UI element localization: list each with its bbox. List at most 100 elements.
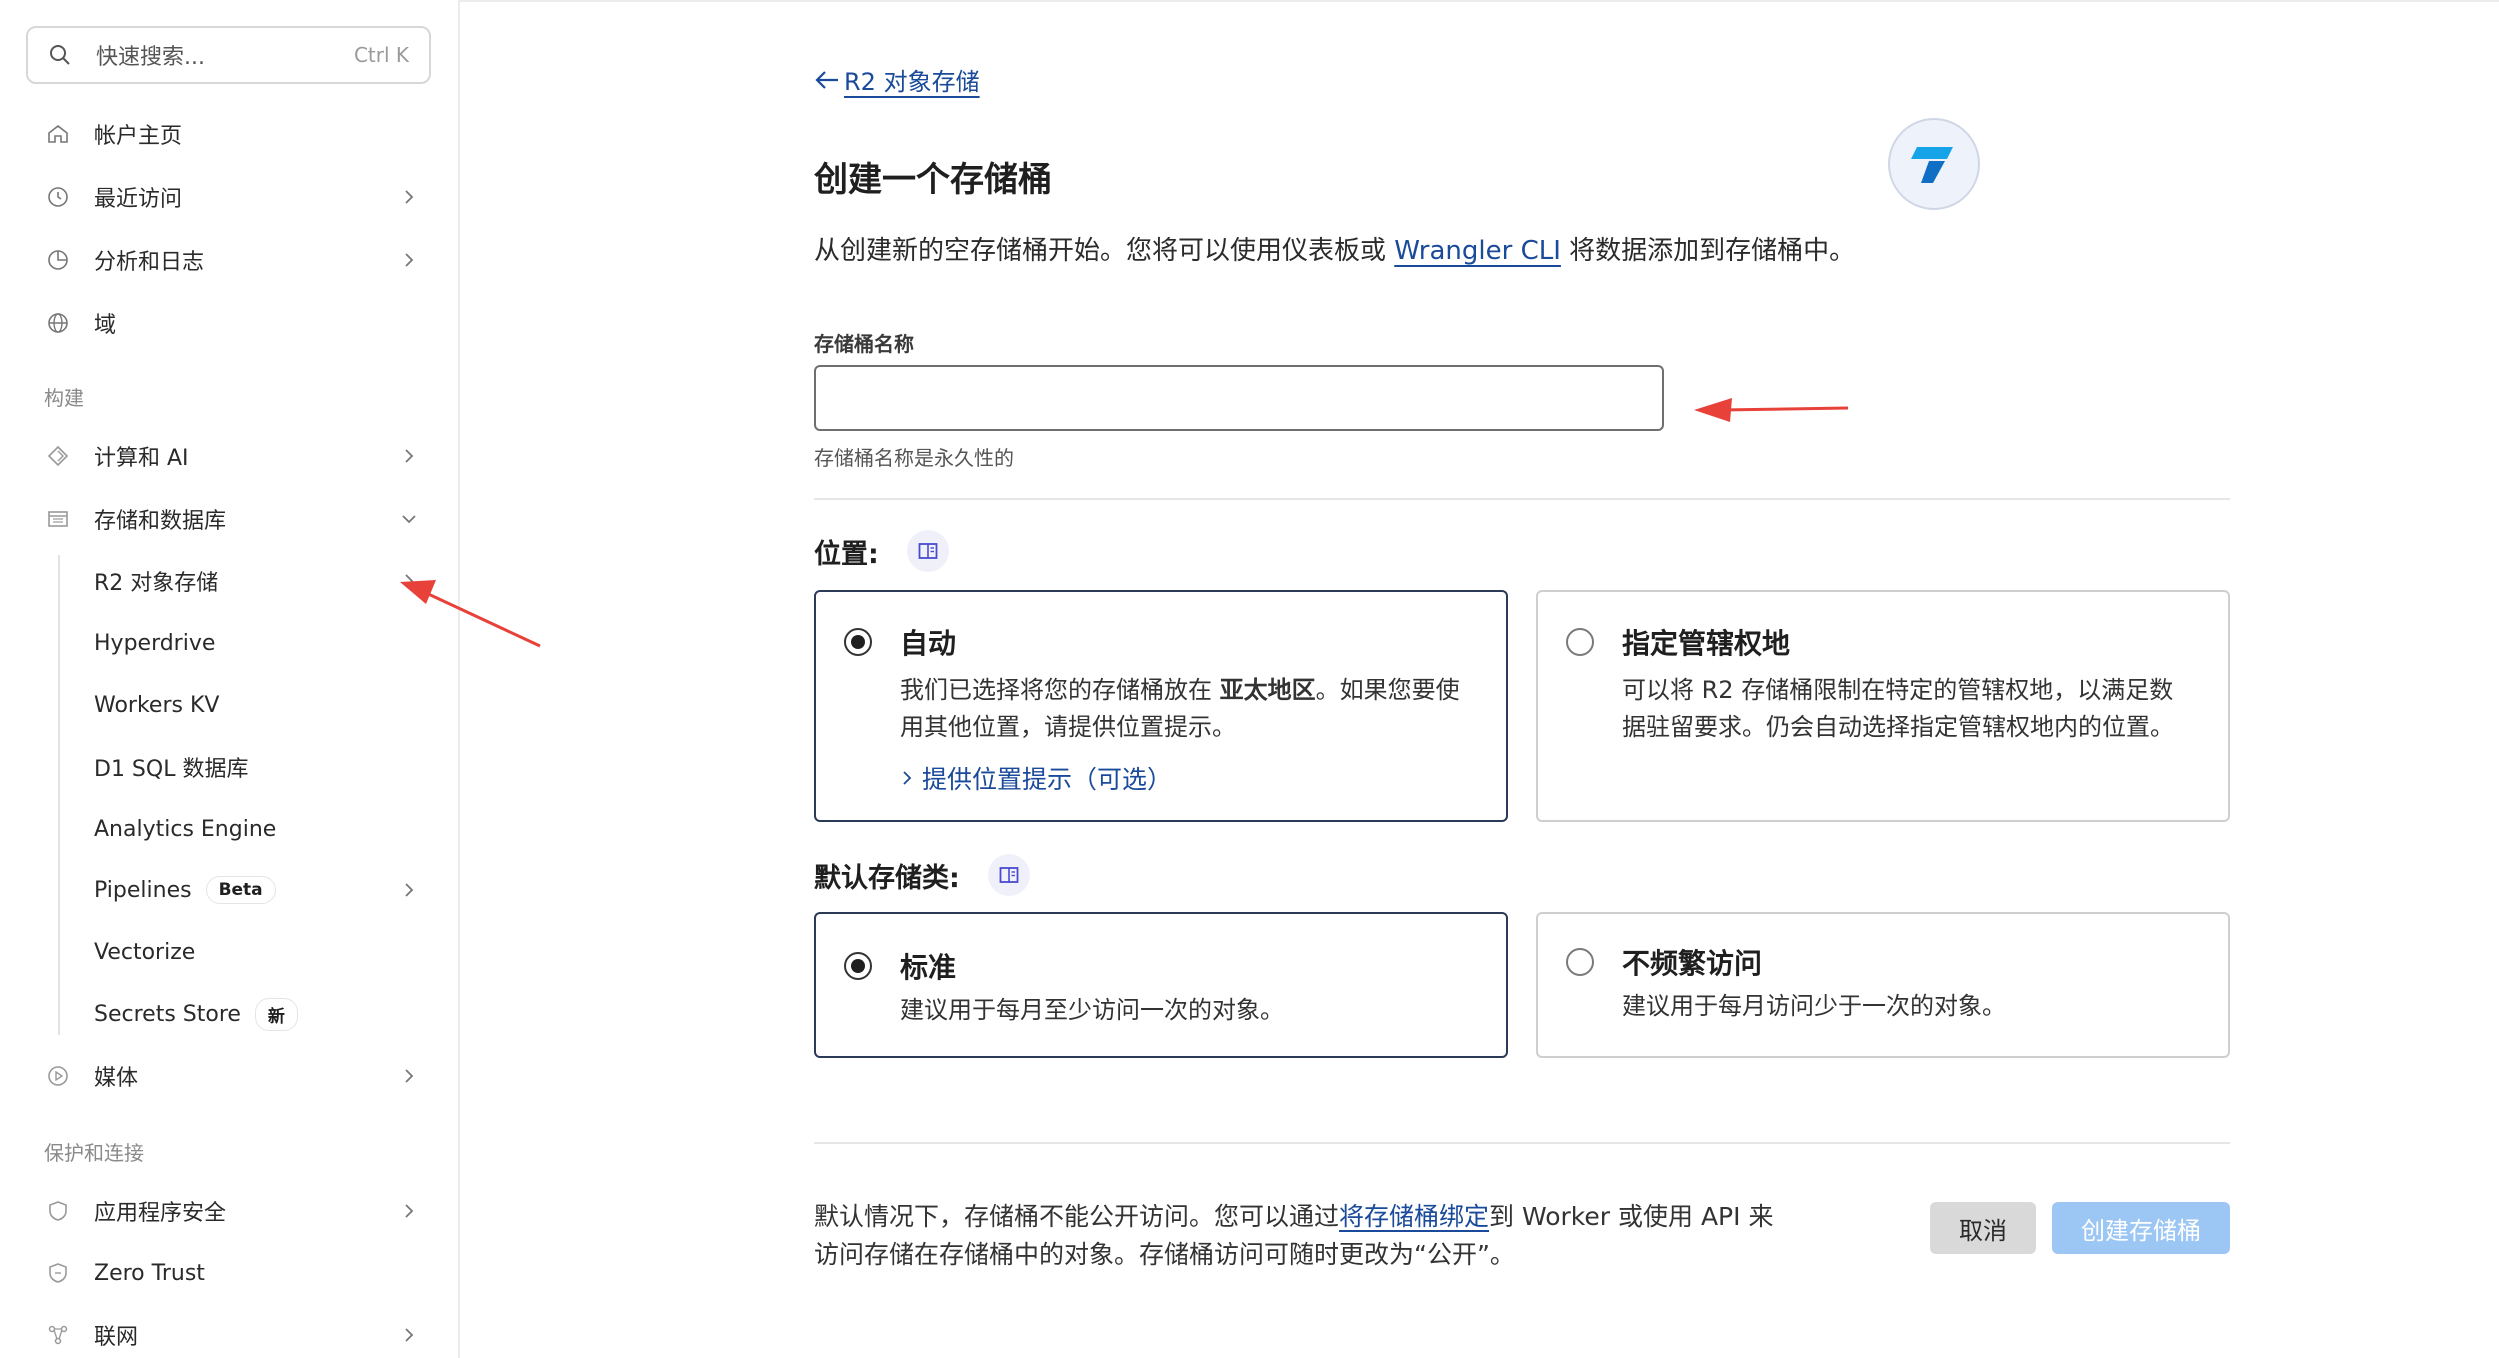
sidebar-item-label: 帐户主页	[94, 124, 183, 149]
bind-bucket-link[interactable]: 将存储桶绑定	[1339, 1202, 1489, 1231]
globe-icon	[44, 309, 72, 337]
annotation-arrow-icon	[1694, 398, 1849, 422]
top-border	[460, 0, 2499, 2]
storage-class-infrequent-option[interactable]: 不频繁访问 建议用于每月访问少于一次的对象。	[1536, 912, 2230, 1058]
access-notice: 默认情况下，存储桶不能公开访问。您可以通过将存储桶绑定到 Worker 或使用 …	[814, 1202, 1774, 1269]
cancel-button[interactable]: 取消	[1930, 1202, 2036, 1254]
sidebar-item-analytics-engine[interactable]: Analytics Engine	[94, 807, 424, 851]
sidebar-item-r2[interactable]: R2 对象存储	[94, 559, 424, 603]
r2-logo	[1888, 118, 1980, 210]
option-title: 不频繁访问	[1622, 947, 1763, 980]
r2-logo-icon	[1911, 147, 1953, 183]
sidebar-item-workers-kv[interactable]: Workers KV	[94, 683, 424, 727]
sidebar-item-label: R2 对象存储	[94, 571, 219, 596]
sidebar-item-networking[interactable]: 联网	[44, 1313, 424, 1357]
radio-standard[interactable]	[844, 952, 872, 980]
page-title: 创建一个存储桶	[814, 160, 1052, 200]
option-description: 建议用于每月至少访问一次的对象。	[900, 996, 1284, 1024]
sidebar-item-analytics[interactable]: 分析和日志	[44, 238, 424, 282]
database-icon	[44, 505, 72, 533]
arrow-left-icon	[815, 70, 838, 89]
sidebar-item-label: 最近访问	[94, 187, 183, 212]
annotation-arrow-icon	[400, 580, 541, 648]
search-placeholder: 快速搜索...	[96, 45, 205, 70]
search-shortcut: Ctrl K	[353, 43, 409, 67]
wrangler-cli-link[interactable]: Wrangler CLI	[1394, 236, 1561, 266]
beta-badge: Beta	[205, 876, 276, 904]
radio-jurisdiction[interactable]	[1566, 628, 1594, 656]
location-docs-button[interactable]	[906, 530, 949, 572]
bucket-name-input[interactable]	[814, 365, 1664, 431]
storage-class-heading: 默认存储类:	[814, 854, 1030, 896]
sidebar: 快速搜索... Ctrl K 帐户主页 最近访问 分析和日志 域 构建 计算和 …	[0, 0, 460, 1358]
quick-search[interactable]: 快速搜索... Ctrl K	[26, 26, 431, 84]
divider	[814, 1142, 2230, 1144]
network-icon	[44, 1321, 72, 1349]
sidebar-item-recent[interactable]: 最近访问	[44, 175, 424, 219]
sidebar-item-label: 应用程序安全	[94, 1201, 227, 1226]
sidebar-item-hyperdrive[interactable]: Hyperdrive	[94, 621, 424, 665]
radio-infrequent[interactable]	[1566, 948, 1594, 976]
chevron-right-icon	[405, 1204, 414, 1218]
location-auto-option[interactable]: 自动 我们已选择将您的存储桶放在 亚太地区。如果您要使 用其他位置，请提供位置提…	[814, 590, 1508, 822]
chevron-right-icon	[405, 1328, 414, 1342]
chevron-right-icon	[405, 1069, 414, 1083]
location-heading: 位置:	[814, 530, 949, 572]
location-jurisdiction-option[interactable]: 指定管辖权地 可以将 R2 存储桶限制在特定的管辖权地，以满足数 据驻留要求。仍…	[1536, 590, 2230, 822]
sidebar-item-label: Hyperdrive	[94, 630, 216, 656]
sidebar-item-media[interactable]: 媒体	[44, 1054, 424, 1098]
chevron-right-icon	[405, 190, 414, 204]
option-description: 建议用于每月访问少于一次的对象。	[1622, 992, 2006, 1020]
chevron-right-icon	[405, 253, 414, 267]
intro-text: 从创建新的空存储桶开始。您将可以使用仪表板或 Wrangler CLI 将数据添…	[814, 236, 1856, 266]
sidebar-item-vectorize[interactable]: Vectorize	[94, 930, 424, 974]
bucket-name-label: 存储桶名称	[814, 332, 914, 356]
divider	[814, 498, 2230, 500]
sidebar-item-label: Workers KV	[94, 692, 220, 718]
sidebar-item-pipelines[interactable]: Pipelines Beta	[94, 868, 424, 912]
sidebar-item-secrets-store[interactable]: Secrets Store 新	[94, 992, 424, 1036]
sidebar-item-domains[interactable]: 域	[44, 301, 424, 345]
option-description: 可以将 R2 存储桶限制在特定的管辖权地，以满足数 据驻留要求。仍会自动选择指定…	[1622, 676, 2174, 741]
sidebar-item-storage-databases[interactable]: 存储和数据库	[44, 497, 424, 541]
compute-icon	[44, 442, 72, 470]
chevron-down-icon	[402, 515, 416, 524]
sidebar-item-label: Pipelines	[94, 877, 192, 903]
sidebar-item-label: 计算和 AI	[94, 446, 189, 471]
chart-icon	[44, 246, 72, 274]
back-link-r2[interactable]: R2 对象存储	[814, 62, 980, 97]
option-title: 标准	[900, 951, 957, 984]
sidebar-item-label: 媒体	[94, 1066, 139, 1091]
radio-auto[interactable]	[844, 628, 872, 656]
sidebar-item-label: Analytics Engine	[94, 816, 277, 842]
sidebar-item-app-security[interactable]: 应用程序安全	[44, 1189, 424, 1233]
chevron-right-icon	[405, 449, 414, 463]
section-title-build: 构建	[44, 386, 84, 410]
sidebar-item-label: D1 SQL 数据库	[94, 757, 249, 782]
sidebar-item-label: Zero Trust	[94, 1260, 205, 1286]
clock-icon	[44, 183, 72, 211]
storage-class-docs-button[interactable]	[987, 854, 1030, 896]
sidebar-item-label: Secrets Store	[94, 1001, 241, 1027]
sidebar-item-compute-ai[interactable]: 计算和 AI	[44, 434, 424, 478]
sidebar-item-label: 存储和数据库	[94, 509, 227, 534]
bucket-name-help: 存储桶名称是永久性的	[814, 446, 1014, 470]
create-bucket-button[interactable]: 创建存储桶	[2052, 1202, 2230, 1254]
sidebar-item-label: 分析和日志	[94, 250, 205, 275]
chevron-right-icon	[405, 883, 414, 897]
option-description: 我们已选择将您的存储桶放在 亚太地区。如果您要使 用其他位置，请提供位置提示。	[900, 676, 1460, 741]
book-icon	[999, 867, 1019, 883]
submenu-indent-line	[58, 555, 60, 1035]
option-title: 自动	[900, 627, 957, 660]
location-hint-link[interactable]: 提供位置提示（可选）	[900, 760, 1172, 796]
sidebar-item-d1[interactable]: D1 SQL 数据库	[94, 745, 424, 789]
media-icon	[44, 1062, 72, 1090]
zero-trust-icon	[44, 1259, 72, 1287]
new-badge: 新	[254, 997, 298, 1031]
back-link-label: R2 对象存储	[844, 68, 980, 96]
option-title: 指定管辖权地	[1622, 627, 1791, 660]
shield-icon	[44, 1197, 72, 1225]
sidebar-item-zero-trust[interactable]: Zero Trust	[44, 1251, 424, 1295]
storage-class-standard-option[interactable]: 标准 建议用于每月至少访问一次的对象。	[814, 912, 1508, 1058]
sidebar-item-account-home[interactable]: 帐户主页	[44, 112, 424, 156]
